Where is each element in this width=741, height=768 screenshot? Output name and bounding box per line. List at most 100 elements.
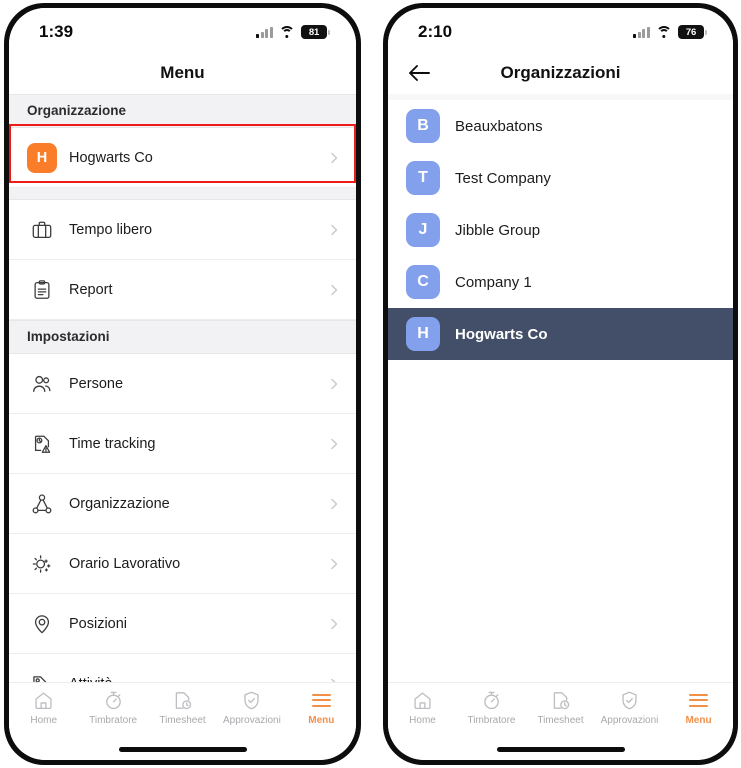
tag-icon: [27, 673, 57, 682]
hamburger-icon: [311, 689, 331, 711]
chevron-right-icon: [331, 678, 336, 682]
org-avatar-c: C: [406, 265, 440, 299]
cellular-signal-icon: [633, 26, 650, 38]
home-icon: [412, 689, 433, 711]
menu-row-posizioni[interactable]: Posizioni: [9, 594, 356, 654]
tab-label: Menu: [685, 715, 712, 726]
back-arrow-icon: [409, 65, 430, 81]
menu-row-tempo-libero[interactable]: Tempo libero: [9, 200, 356, 260]
status-bar-time: 2:10: [418, 22, 453, 41]
shield-check-icon: [619, 689, 640, 711]
battery-icon: 76: [678, 25, 707, 39]
home-indicator-area: [388, 738, 733, 760]
section-header-impostazioni: Impostazioni: [9, 320, 356, 354]
time-tracking-icon: [27, 433, 57, 455]
menu-row-organizzazione[interactable]: Organizzazione: [9, 474, 356, 534]
chevron-right-icon: [331, 558, 338, 569]
timesheet-icon: [550, 689, 571, 711]
tab-timbratore[interactable]: Timbratore: [78, 689, 147, 726]
tab-bar[interactable]: Home Timbratore Timesheet Approvazioni M…: [388, 682, 733, 738]
org-avatar-b: B: [406, 109, 440, 143]
home-indicator[interactable]: [118, 746, 247, 752]
menu-row-persone[interactable]: Persone: [9, 354, 356, 414]
org-row-beauxbatons[interactable]: B Beauxbatons: [388, 100, 733, 152]
org-row-company-1[interactable]: C Company 1: [388, 256, 733, 308]
status-bar-time: 1:39: [39, 22, 74, 41]
menu-row-attivita[interactable]: Attività: [9, 654, 356, 682]
chevron-right-icon: [331, 378, 338, 389]
tab-label: Timbratore: [89, 715, 138, 726]
menu-list[interactable]: Organizzazione H Hogwarts Co Tempo liber…: [9, 94, 356, 682]
chevron-right-icon: [331, 618, 338, 629]
shield-check-icon: [241, 689, 262, 711]
menu-row-label: Attività: [69, 676, 328, 683]
timesheet-icon: [172, 689, 193, 711]
tab-timesheet[interactable]: Timesheet: [148, 689, 217, 726]
battery-level: 76: [685, 26, 697, 38]
page-title: Menu: [160, 63, 205, 82]
menu-row-label: Tempo libero: [69, 221, 153, 238]
nav-bar: Organizzazioni: [388, 52, 733, 94]
org-avatar-h: H: [406, 317, 440, 351]
tab-label: Approvazioni: [223, 715, 281, 726]
nav-bar: Menu: [9, 52, 356, 94]
tab-label: Timbratore: [467, 715, 516, 726]
section-gap: [9, 188, 356, 200]
people-icon: [27, 373, 57, 395]
menu-row-label: Report: [69, 281, 113, 298]
org-row-hogwarts-co[interactable]: H Hogwarts Co: [388, 308, 733, 360]
org-chart-icon: [27, 493, 57, 515]
battery-icon: 81: [301, 25, 330, 39]
hamburger-icon: [689, 689, 708, 711]
tab-bar[interactable]: Home Timbratore Timesheet Approvazioni M…: [9, 682, 356, 738]
org-name: Company 1: [455, 273, 532, 291]
chevron-right-icon: [331, 438, 338, 449]
tab-menu[interactable]: Menu: [287, 689, 356, 726]
status-bar: 1:39 81: [9, 8, 356, 52]
tab-home[interactable]: Home: [9, 689, 78, 726]
tab-approvazioni[interactable]: Approvazioni: [217, 689, 286, 726]
org-name: Jibble Group: [455, 221, 541, 239]
page-title: Organizzazioni: [500, 63, 621, 82]
organizations-list[interactable]: B Beauxbatons T Test Company J Jibble Gr…: [388, 94, 733, 682]
menu-row-label: Persone: [69, 375, 124, 392]
tab-label: Home: [30, 715, 58, 726]
status-bar-indicators: 81: [256, 25, 330, 39]
wifi-icon: [656, 26, 672, 38]
tab-timesheet[interactable]: Timesheet: [526, 689, 595, 726]
home-indicator-area: [9, 738, 356, 760]
home-icon: [33, 689, 54, 711]
menu-row-label: Hogwarts Co: [69, 149, 153, 166]
tab-label: Timesheet: [159, 715, 206, 726]
right-phone-screen: 2:10 76 Organizzazioni B Beauxbatons T T…: [388, 8, 733, 760]
tab-approvazioni[interactable]: Approvazioni: [595, 689, 664, 726]
stopwatch-icon: [481, 689, 502, 711]
menu-row-report[interactable]: Report: [9, 260, 356, 320]
wifi-icon: [279, 26, 295, 38]
tab-home[interactable]: Home: [388, 689, 457, 726]
home-indicator[interactable]: [496, 746, 625, 752]
status-bar-indicators: 76: [633, 25, 707, 39]
menu-row-label: Organizzazione: [69, 495, 170, 512]
briefcase-icon: [27, 219, 57, 241]
chevron-right-icon: [331, 498, 338, 509]
org-name: Hogwarts Co: [455, 325, 548, 343]
left-phone-frame: 1:39 81 Menu Organizzazione H Hogwarts C…: [4, 3, 361, 765]
menu-row-orario-lavorativo[interactable]: Orario Lavorativo: [9, 534, 356, 594]
tab-label: Menu: [308, 715, 335, 726]
battery-level: 81: [308, 26, 320, 38]
screenshot-stage: 1:39 81 Menu Organizzazione H Hogwarts C…: [0, 0, 741, 768]
org-avatar-j: J: [406, 213, 440, 247]
menu-row-hogwarts-co[interactable]: H Hogwarts Co: [9, 128, 356, 188]
back-button[interactable]: [404, 58, 434, 88]
org-row-test-company[interactable]: T Test Company: [388, 152, 733, 204]
org-name: Beauxbatons: [455, 117, 543, 135]
clipboard-icon: [27, 279, 57, 301]
menu-row-time-tracking[interactable]: Time tracking: [9, 414, 356, 474]
tab-menu[interactable]: Menu: [664, 689, 733, 726]
chevron-right-icon: [331, 152, 338, 163]
org-avatar-h: H: [27, 142, 57, 173]
org-row-jibble-group[interactable]: J Jibble Group: [388, 204, 733, 256]
tab-timbratore[interactable]: Timbratore: [457, 689, 526, 726]
right-phone-frame: 2:10 76 Organizzazioni B Beauxbatons T T…: [383, 3, 738, 765]
